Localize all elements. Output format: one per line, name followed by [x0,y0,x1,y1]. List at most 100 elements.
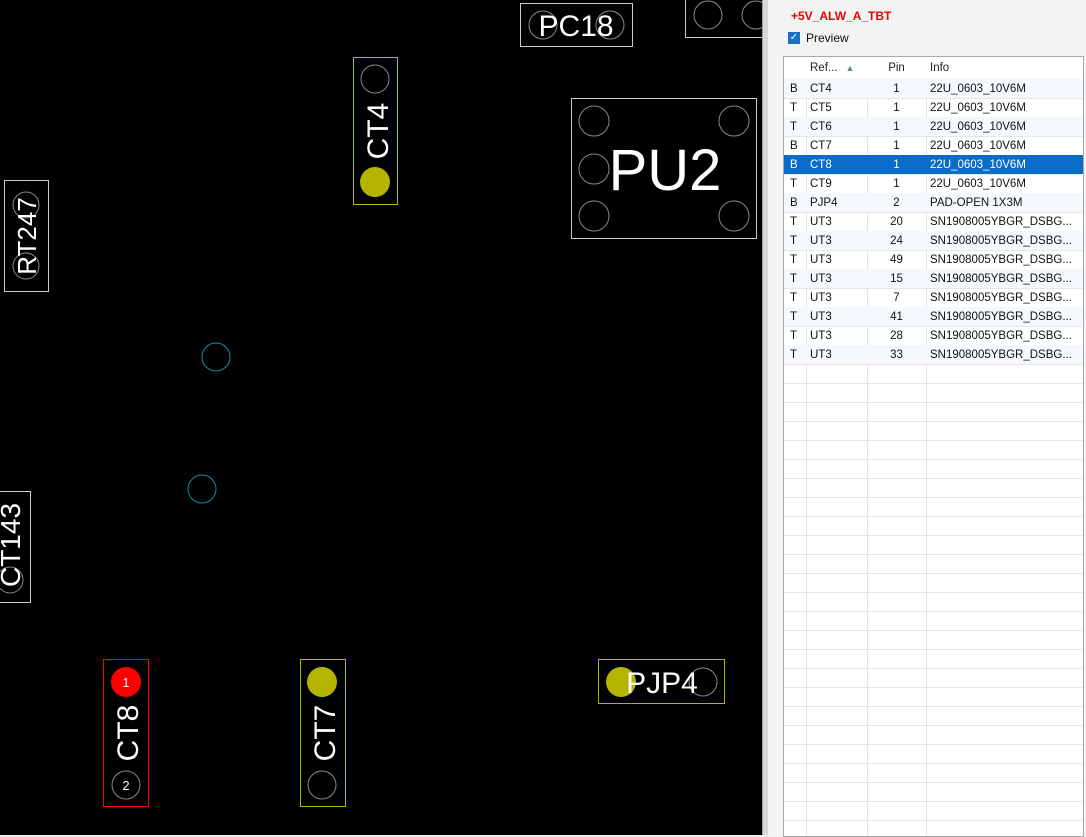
rt247-label: RT247 [12,197,42,275]
preview-checkbox[interactable]: ✓ Preview [788,31,849,45]
cell-info: SN1908005YBGR_DSBG... [930,291,1072,304]
table-row[interactable]: T UT3 7 SN1908005YBGR_DSBG... [784,288,1083,307]
table-row[interactable]: B CT8 1 22U_0603_10V6M [784,155,1083,174]
table-row[interactable]: T UT3 33 SN1908005YBGR_DSBG... [784,345,1083,364]
column-info[interactable]: Info [926,57,1083,79]
table-row[interactable]: T UT3 20 SN1908005YBGR_DSBG... [784,212,1083,231]
cell-pin: 1 [893,120,900,133]
table-row[interactable]: T CT6 1 22U_0603_10V6M [784,117,1083,136]
cell-pin: 28 [890,329,903,342]
table-header: Ref... ▲ Pin Info [784,57,1083,79]
component-partial-top[interactable] [685,0,763,38]
cell-side: T [790,215,798,228]
cell-pin: 15 [890,272,903,285]
cell-side: T [790,177,798,190]
cell-side: T [790,291,798,304]
cell-side: T [790,272,798,285]
component-ct4[interactable]: CT4 [353,57,398,205]
table-row[interactable]: T UT3 49 SN1908005YBGR_DSBG... [784,250,1083,269]
table-row[interactable]: T UT3 24 SN1908005YBGR_DSBG... [784,231,1083,250]
cell-ref: CT8 [810,158,832,171]
via [201,342,231,372]
net-panel: +5V_ALW_A_TBT ✓ Preview Ref... ▲ Pin Info … [768,0,1086,837]
cell-ref: UT3 [810,234,832,247]
cell-pin: 20 [890,215,903,228]
cell-info: SN1908005YBGR_DSBG... [930,215,1072,228]
cell-pin: 1 [893,158,900,171]
cell-ref: CT7 [810,139,832,152]
pu2-label: PU2 [609,138,722,203]
table-row[interactable]: T CT5 1 22U_0603_10V6M [784,98,1083,117]
cell-pin: 7 [893,291,900,304]
column-pin[interactable]: Pin [867,57,926,79]
cell-pin: 1 [893,101,900,114]
column-side[interactable] [784,57,806,79]
via [187,474,217,504]
component-pjp4[interactable]: PJP4 [598,659,725,704]
table-row[interactable]: T UT3 41 SN1908005YBGR_DSBG... [784,307,1083,326]
cell-ref: UT3 [810,291,832,304]
table-row[interactable]: T UT3 15 SN1908005YBGR_DSBG... [784,269,1083,288]
cell-side: B [790,82,798,95]
cell-ref: CT6 [810,120,832,133]
component-ct8[interactable]: 1 2 CT8 [103,659,149,807]
cell-side: T [790,101,798,114]
table-row[interactable]: T UT3 28 SN1908005YBGR_DSBG... [784,326,1083,345]
pin-table: Ref... ▲ Pin Info B CT4 1 22U_0603_10V6M T CT5… [783,56,1084,837]
cell-ref: CT4 [810,82,832,95]
table-row[interactable]: B CT4 1 22U_0603_10V6M [784,79,1083,98]
component-pc18[interactable]: PC18 [520,3,633,47]
cell-side: T [790,234,798,247]
cell-info: 22U_0603_10V6M [930,101,1026,114]
cell-info: PAD-OPEN 1X3M [930,196,1023,209]
cell-ref: UT3 [810,329,832,342]
cell-side: T [790,310,798,323]
cell-pin: 41 [890,310,903,323]
cell-side: T [790,253,798,266]
ct4-label: CT4 [362,103,395,160]
cell-pin: 33 [890,348,903,361]
component-pu2[interactable]: PU2 [571,98,757,239]
cell-side: B [790,196,798,209]
column-ref[interactable]: Ref... ▲ [806,57,867,79]
cell-ref: UT3 [810,215,832,228]
cell-info: 22U_0603_10V6M [930,120,1026,133]
cell-pin: 2 [893,196,900,209]
cell-side: T [790,348,798,361]
net-name: +5V_ALW_A_TBT [791,9,892,23]
ct8-label: CT8 [112,705,145,762]
cell-pin: 1 [893,139,900,152]
cell-info: 22U_0603_10V6M [930,139,1026,152]
cell-ref: UT3 [810,310,832,323]
table-row[interactable]: T CT9 1 22U_0603_10V6M [784,174,1083,193]
cell-side: T [790,120,798,133]
cell-info: 22U_0603_10V6M [930,158,1026,171]
pcb-canvas[interactable]: PC18 CT4 PU2 RT247 CT143 1 2 CT8 CT7 PJP… [0,0,762,835]
cell-ref: PJP4 [810,196,838,209]
cell-info: SN1908005YBGR_DSBG... [930,253,1072,266]
cell-ref: UT3 [810,348,832,361]
component-ct143[interactable]: CT143 [0,491,31,603]
preview-label: Preview [806,31,849,45]
column-ref-label: Ref... [810,62,838,74]
cell-info: SN1908005YBGR_DSBG... [930,348,1072,361]
component-rt247[interactable]: RT247 [4,180,49,292]
cell-info: SN1908005YBGR_DSBG... [930,329,1072,342]
pc18-label: PC18 [538,10,613,43]
ct8-pin1-label: 1 [122,675,129,690]
pjp4-label: PJP4 [626,667,698,700]
cell-side: B [790,158,798,171]
cell-ref: CT9 [810,177,832,190]
cell-info: SN1908005YBGR_DSBG... [930,310,1072,323]
table-row[interactable]: B CT7 1 22U_0603_10V6M [784,136,1083,155]
cell-side: T [790,329,798,342]
table-row[interactable]: B PJP4 2 PAD-OPEN 1X3M [784,193,1083,212]
ct143-label: CT143 [0,503,26,587]
ct8-pin2-label: 2 [122,778,129,793]
component-ct7[interactable]: CT7 [300,659,346,807]
cell-pin: 49 [890,253,903,266]
sort-ascending-icon: ▲ [845,63,855,73]
cell-info: 22U_0603_10V6M [930,82,1026,95]
cell-pin: 24 [890,234,903,247]
checkmark-icon: ✓ [788,32,800,44]
